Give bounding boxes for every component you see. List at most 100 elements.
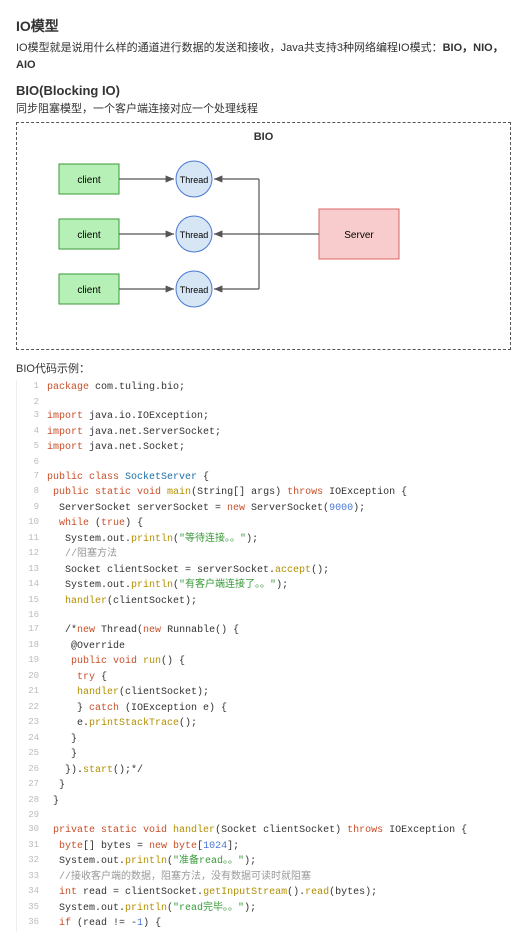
server-label: Server bbox=[344, 230, 374, 241]
code-content: System.out.println("有客户端连接了。。"); bbox=[47, 578, 511, 594]
diagram-title: BIO bbox=[29, 131, 498, 143]
line-number: 23 bbox=[17, 716, 47, 732]
line-number: 27 bbox=[17, 778, 47, 794]
code-content: } bbox=[47, 778, 511, 794]
line-number: 19 bbox=[17, 654, 47, 670]
code-line: 9 ServerSocket serverSocket = new Server… bbox=[17, 501, 511, 517]
code-line: 20 try { bbox=[17, 670, 511, 686]
line-number: 13 bbox=[17, 563, 47, 579]
code-line: 23 e.printStackTrace(); bbox=[17, 716, 511, 732]
code-line: 35 System.out.println("read完毕。。"); bbox=[17, 901, 511, 917]
bio-desc: 同步阻塞模型，一个客户端连接对应一个处理线程 bbox=[16, 100, 511, 116]
code-line: 2 bbox=[17, 396, 511, 410]
line-number: 2 bbox=[17, 396, 47, 410]
line-number: 34 bbox=[17, 885, 47, 901]
code-line: 33 //接收客户端的数据，阻塞方法，没有数据可读时就阻塞 bbox=[17, 870, 511, 886]
code-content: ServerSocket serverSocket = new ServerSo… bbox=[47, 501, 511, 517]
code-block: 1package com.tuling.bio;23import java.io… bbox=[16, 380, 511, 932]
code-line: 3import java.io.IOException; bbox=[17, 409, 511, 425]
code-content: //阻塞方法 bbox=[47, 547, 511, 563]
code-line: 17 /*new Thread(new Runnable() { bbox=[17, 623, 511, 639]
code-content: public static void main(String[] args) t… bbox=[47, 485, 511, 501]
code-line: 31 byte[] bytes = new byte[1024]; bbox=[17, 839, 511, 855]
line-number: 1 bbox=[17, 380, 47, 396]
code-content: public class SocketServer { bbox=[47, 470, 511, 486]
code-line: 5import java.net.Socket; bbox=[17, 440, 511, 456]
thread-label-1: Thread bbox=[180, 175, 209, 185]
code-content: @Override bbox=[47, 639, 511, 655]
code-line: 12 //阻塞方法 bbox=[17, 547, 511, 563]
client-box-3: client bbox=[59, 274, 119, 304]
code-content: if (read != -1) { bbox=[47, 916, 511, 932]
code-line: 28 } bbox=[17, 794, 511, 810]
code-content: System.out.println("准备read。。"); bbox=[47, 854, 511, 870]
code-content bbox=[47, 396, 511, 410]
code-content: package com.tuling.bio; bbox=[47, 380, 511, 396]
thread-circle-2: Thread bbox=[176, 216, 212, 252]
line-number: 28 bbox=[17, 794, 47, 810]
code-content: Socket clientSocket = serverSocket.accep… bbox=[47, 563, 511, 579]
code-content: } catch (IOException e) { bbox=[47, 701, 511, 717]
code-line: 8 public static void main(String[] args)… bbox=[17, 485, 511, 501]
line-number: 20 bbox=[17, 670, 47, 686]
line-number: 17 bbox=[17, 623, 47, 639]
code-line: 6 bbox=[17, 456, 511, 470]
code-line: 14 System.out.println("有客户端连接了。。"); bbox=[17, 578, 511, 594]
io-model-heading: IO模型 bbox=[16, 16, 511, 36]
bio-diagram-svg: client client client Thread Thread Threa… bbox=[29, 149, 489, 329]
code-line: 19 public void run() { bbox=[17, 654, 511, 670]
thread-circle-3: Thread bbox=[176, 271, 212, 307]
line-number: 26 bbox=[17, 763, 47, 779]
code-line: 18 @Override bbox=[17, 639, 511, 655]
line-number: 14 bbox=[17, 578, 47, 594]
code-caption: BIO代码示例： bbox=[16, 360, 511, 376]
line-number: 10 bbox=[17, 516, 47, 532]
line-number: 36 bbox=[17, 916, 47, 932]
code-content: //接收客户端的数据，阻塞方法，没有数据可读时就阻塞 bbox=[47, 870, 511, 886]
line-number: 31 bbox=[17, 839, 47, 855]
line-number: 30 bbox=[17, 823, 47, 839]
line-number: 15 bbox=[17, 594, 47, 610]
code-content: handler(clientSocket); bbox=[47, 594, 511, 610]
line-number: 5 bbox=[17, 440, 47, 456]
code-line: 26 }).start();*/ bbox=[17, 763, 511, 779]
code-line: 27 } bbox=[17, 778, 511, 794]
client-box-1: client bbox=[59, 164, 119, 194]
code-content: } bbox=[47, 747, 511, 763]
line-number: 33 bbox=[17, 870, 47, 886]
client-label-1: client bbox=[77, 175, 101, 186]
code-line: 1package com.tuling.bio; bbox=[17, 380, 511, 396]
code-content: int read = clientSocket.getInputStream()… bbox=[47, 885, 511, 901]
code-content: try { bbox=[47, 670, 511, 686]
thread-label-3: Thread bbox=[180, 285, 209, 295]
code-content: System.out.println("等待连接。。"); bbox=[47, 532, 511, 548]
code-content: handler(clientSocket); bbox=[47, 685, 511, 701]
code-line: 34 int read = clientSocket.getInputStrea… bbox=[17, 885, 511, 901]
line-number: 7 bbox=[17, 470, 47, 486]
code-line: 16 bbox=[17, 609, 511, 623]
code-line: 25 } bbox=[17, 747, 511, 763]
code-content: import java.net.ServerSocket; bbox=[47, 425, 511, 441]
code-line: 32 System.out.println("准备read。。"); bbox=[17, 854, 511, 870]
code-content: }).start();*/ bbox=[47, 763, 511, 779]
client-box-2: client bbox=[59, 219, 119, 249]
code-content bbox=[47, 609, 511, 623]
line-number: 32 bbox=[17, 854, 47, 870]
code-line: 30 private static void handler(Socket cl… bbox=[17, 823, 511, 839]
code-content: while (true) { bbox=[47, 516, 511, 532]
code-content bbox=[47, 456, 511, 470]
code-content: private static void handler(Socket clien… bbox=[47, 823, 511, 839]
thread-circle-1: Thread bbox=[176, 161, 212, 197]
line-number: 3 bbox=[17, 409, 47, 425]
code-line: 10 while (true) { bbox=[17, 516, 511, 532]
client-label-2: client bbox=[77, 230, 101, 241]
line-number: 18 bbox=[17, 639, 47, 655]
line-number: 9 bbox=[17, 501, 47, 517]
code-content: public void run() { bbox=[47, 654, 511, 670]
line-number: 21 bbox=[17, 685, 47, 701]
code-line: 11 System.out.println("等待连接。。"); bbox=[17, 532, 511, 548]
code-content: /*new Thread(new Runnable() { bbox=[47, 623, 511, 639]
line-number: 12 bbox=[17, 547, 47, 563]
code-line: 22 } catch (IOException e) { bbox=[17, 701, 511, 717]
code-content: } bbox=[47, 732, 511, 748]
